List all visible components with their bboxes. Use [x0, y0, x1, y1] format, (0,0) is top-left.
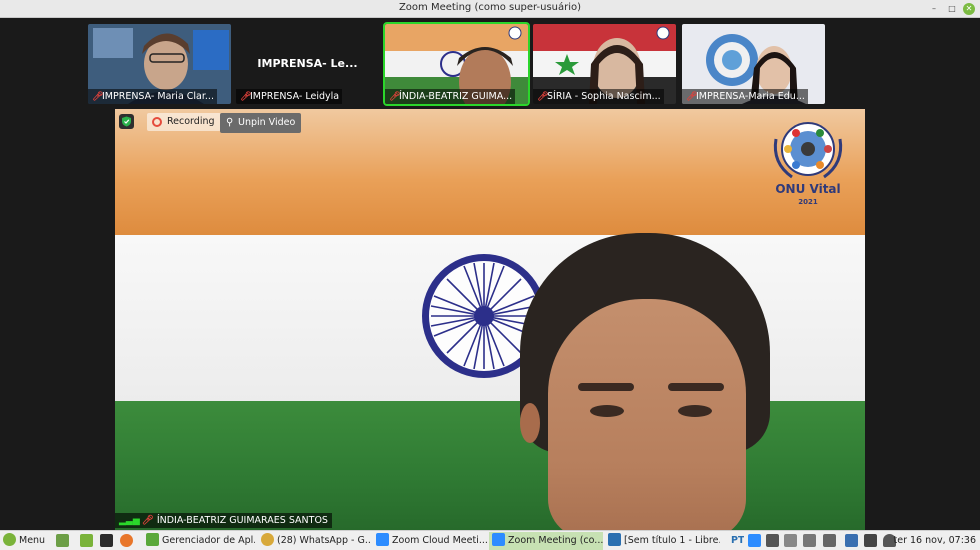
firefox-icon[interactable]	[120, 534, 133, 547]
start-menu-button[interactable]: Menu	[3, 533, 45, 549]
taskbar-app[interactable]: (28) WhatsApp - G...	[258, 532, 370, 550]
participant-name-label: 🎤︎IMPRENSA-Maria Edu...	[682, 89, 808, 104]
security-shield-icon[interactable]	[119, 114, 134, 129]
logo-title: ONU Vital	[775, 182, 841, 196]
taskbar-app-label: (28) WhatsApp - G...	[277, 535, 370, 546]
maximize-icon[interactable]: □	[946, 3, 958, 15]
muted-mic-icon: 🎤︎	[92, 92, 104, 102]
zoom-icon	[376, 533, 389, 546]
clipboard-icon[interactable]	[803, 534, 816, 547]
update-shield-icon[interactable]	[845, 534, 858, 547]
logo-year: 2021	[798, 198, 818, 206]
window-titlebar: Zoom Meeting (como super-usuário) – □ ✕	[0, 0, 980, 18]
zoom-icon	[492, 533, 505, 546]
taskbar-app[interactable]: [Sem título 1 - Libre...	[605, 532, 720, 550]
clock[interactable]: ter 16 nov, 07:36	[894, 533, 976, 549]
taskbar-app-active[interactable]: Zoom Meeting (co...	[489, 532, 603, 550]
record-icon	[152, 117, 162, 127]
participant-display-name: IMPRENSA- Le...	[257, 57, 358, 70]
taskbar-app[interactable]: Zoom Cloud Meeti...	[373, 532, 487, 550]
close-icon[interactable]: ✕	[963, 3, 975, 15]
libreoffice-writer-icon	[608, 533, 621, 546]
unpin-video-label: Unpin Video	[238, 117, 296, 128]
battery-icon[interactable]	[864, 534, 877, 547]
participant-tile[interactable]: 🎤︎ÍNDIA-BEATRIZ GUIMA...	[383, 22, 530, 106]
participant-tile[interactable]: 🎤︎IMPRENSA-Maria Edu...	[682, 24, 825, 104]
meeting-area: 🎤︎IMPRENSA- Maria Clar... IMPRENSA- Le..…	[0, 19, 980, 530]
participant-name-label: 🎤︎IMPRENSA- Leidyla	[236, 89, 343, 104]
menu-label: Menu	[19, 535, 46, 546]
chrome-icon	[261, 533, 274, 546]
muted-mic-icon: 🎤︎	[389, 92, 401, 102]
taskbar-app-label: Zoom Cloud Meeti...	[392, 535, 487, 546]
software-manager-icon	[146, 533, 159, 546]
taskbar-app[interactable]: Gerenciador de Apl...	[143, 532, 255, 550]
terminal-icon[interactable]	[100, 534, 113, 547]
recording-indicator[interactable]: Recording	[147, 113, 221, 131]
participant-name-label: 🎤︎ÍNDIA-BEATRIZ GUIMA...	[385, 89, 516, 104]
show-desktop-icon[interactable]	[56, 534, 69, 547]
muted-mic-icon: 🎤︎	[141, 515, 154, 526]
onu-vital-logo: ONU Vital 2021	[766, 119, 850, 209]
mint-menu-icon	[3, 533, 16, 546]
main-video: ONU Vital 2021	[115, 109, 865, 530]
participant-tile[interactable]: IMPRENSA- Le... 🎤︎IMPRENSA- Leidyla	[236, 24, 379, 104]
bluetooth-icon[interactable]	[823, 534, 836, 547]
participant-tile[interactable]: 🎤︎IMPRENSA- Maria Clar...	[88, 24, 231, 104]
window-title: Zoom Meeting (como super-usuário)	[398, 2, 582, 13]
main-participant-name: ▂▃▅ 🎤︎ ÍNDIA-BEATRIZ GUIMARAES SANTOS	[115, 513, 332, 528]
microphone-icon[interactable]	[766, 534, 779, 547]
files-icon[interactable]	[80, 534, 93, 547]
taskbar-app-label: [Sem título 1 - Libre...	[624, 535, 720, 546]
muted-mic-icon: 🎤︎	[686, 92, 698, 102]
zoom-tray-icon[interactable]	[748, 534, 761, 547]
main-participant-name-text: ÍNDIA-BEATRIZ GUIMARAES SANTOS	[156, 515, 328, 526]
taskbar-app-label: Gerenciador de Apl...	[162, 535, 255, 546]
participant-tile[interactable]: 🎤︎SÍRIA - Sophia Nascim...	[533, 24, 676, 104]
participant-name-label: 🎤︎SÍRIA - Sophia Nascim...	[533, 89, 664, 104]
volume-icon[interactable]	[784, 534, 797, 547]
participant-name-label: 🎤︎IMPRENSA- Maria Clar...	[88, 89, 217, 104]
signal-strength-icon: ▂▃▅	[119, 516, 140, 526]
participant-person	[510, 233, 780, 530]
keyboard-layout-indicator[interactable]: PT	[731, 533, 744, 549]
minimize-icon[interactable]: –	[928, 3, 940, 15]
recording-label: Recording	[167, 116, 215, 127]
muted-mic-icon: 🎤︎	[537, 92, 549, 102]
taskbar-app-label: Zoom Meeting (co...	[508, 535, 603, 546]
pin-icon: ⚲	[226, 117, 234, 128]
muted-mic-icon: 🎤︎	[240, 92, 252, 102]
taskbar: Menu Gerenciador de Apl... (28) WhatsApp…	[0, 530, 980, 550]
unpin-video-button[interactable]: ⚲ Unpin Video	[220, 113, 302, 133]
